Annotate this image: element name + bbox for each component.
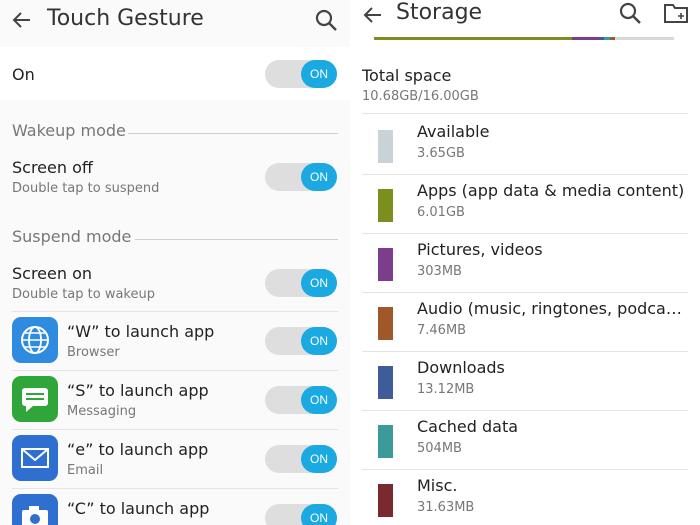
gesture-e-title: “e” to launch app (67, 440, 209, 459)
usage-segment-apps-3 (462, 37, 572, 40)
color-swatch (378, 425, 393, 458)
usage-segment-misc (610, 37, 615, 40)
color-swatch (378, 189, 393, 222)
storage-item-size: 303MB (417, 264, 462, 279)
gesture-w-subtitle: Browser (67, 345, 120, 360)
gesture-c-toggle[interactable]: ON (265, 504, 337, 525)
storage-item-size: 6.01GB (417, 205, 465, 220)
toggle-knob: ON (301, 386, 337, 414)
touch-gesture-screen: Touch Gesture On ON Wakeup mode Screen o… (0, 0, 350, 525)
gesture-w-toggle[interactable]: ON (265, 327, 337, 355)
browser-app-icon (12, 317, 58, 363)
screen-off-title: Screen off (12, 158, 93, 177)
row-divider (12, 429, 338, 430)
storage-item-size: 31.63MB (417, 500, 475, 515)
color-swatch (378, 307, 393, 340)
screen-off-toggle[interactable]: ON (265, 163, 337, 191)
usage-segment-apps (374, 37, 432, 40)
section-divider (135, 239, 338, 240)
storage-item-size: 504MB (417, 441, 462, 456)
color-swatch (378, 366, 393, 399)
storage-item-cached[interactable]: Cached data 504MB (362, 411, 688, 469)
toggle-knob: ON (301, 327, 337, 355)
toggle-knob: ON (301, 60, 337, 88)
gesture-s-title: “S” to launch app (67, 381, 209, 400)
gesture-s-toggle[interactable]: ON (265, 386, 337, 414)
gesture-e-toggle[interactable]: ON (265, 445, 337, 473)
mail-icon (21, 448, 49, 468)
usage-segment-pictures (572, 37, 600, 40)
storage-item-size: 7.46MB (417, 323, 467, 338)
section-header-suspend: Suspend mode (12, 227, 132, 246)
row-divider (12, 311, 338, 312)
storage-usage-bar (374, 37, 674, 40)
storage-item-audio[interactable]: Audio (music, ringtones, podcasts, etc.)… (362, 293, 688, 351)
master-toggle[interactable]: ON (265, 60, 337, 88)
messaging-app-icon (12, 376, 58, 422)
section-divider (128, 133, 338, 134)
total-space-label: Total space (362, 66, 452, 85)
color-swatch (378, 248, 393, 281)
screen-on-subtitle: Double tap to wakeup (12, 287, 155, 302)
gesture-e-subtitle: Email (67, 463, 104, 478)
screen-on-toggle[interactable]: ON (265, 269, 337, 297)
storage-item-name: Apps (app data & media content) (417, 181, 685, 200)
storage-item-misc[interactable]: Misc. 31.63MB (362, 470, 688, 525)
search-icon[interactable] (313, 7, 339, 33)
gesture-c-title: “C” to launch app (67, 499, 210, 518)
section-header-wakeup: Wakeup mode (12, 121, 126, 140)
back-arrow-icon[interactable] (10, 8, 34, 32)
message-icon (22, 388, 48, 412)
storage-item-pictures[interactable]: Pictures, videos 303MB (362, 234, 688, 292)
toggle-knob: ON (301, 504, 337, 525)
storage-item-name: Misc. (417, 476, 458, 495)
toggle-knob: ON (301, 269, 337, 297)
back-arrow-icon[interactable] (361, 3, 385, 27)
row-divider (12, 370, 338, 371)
page-title: Touch Gesture (47, 6, 204, 31)
storage-item-available[interactable]: Available 3.65GB (362, 116, 688, 174)
storage-item-downloads[interactable]: Downloads 13.12MB (362, 352, 688, 410)
row-divider (362, 113, 688, 114)
camera-icon (22, 506, 48, 525)
total-space-value: 10.68GB/16.00GB (362, 89, 479, 104)
gesture-s-subtitle: Messaging (67, 404, 137, 419)
storage-item-name: Available (417, 122, 490, 141)
storage-title: Storage (396, 0, 483, 25)
storage-item-name: Downloads (417, 358, 505, 377)
color-swatch (378, 484, 393, 517)
camera-app-icon (12, 494, 58, 525)
email-app-icon (12, 435, 58, 481)
screen-on-title: Screen on (12, 264, 93, 283)
usage-segment-apps-2 (432, 37, 462, 40)
row-divider (12, 488, 338, 489)
color-swatch (378, 130, 393, 163)
storage-item-name: Audio (music, ringtones, podcasts, etc.) (417, 299, 685, 318)
screen-off-subtitle: Double tap to suspend (12, 181, 160, 196)
storage-item-name: Pictures, videos (417, 240, 543, 259)
globe-icon (21, 326, 49, 354)
file-manager-icon[interactable] (663, 2, 689, 24)
gesture-w-title: “W” to launch app (67, 322, 215, 341)
storage-item-apps[interactable]: Apps (app data & media content) 6.01GB (362, 175, 688, 233)
toggle-knob: ON (301, 163, 337, 191)
search-icon[interactable] (617, 0, 643, 26)
toggle-knob: ON (301, 445, 337, 473)
storage-item-size: 13.12MB (417, 382, 475, 397)
master-switch-label: On (12, 65, 35, 84)
storage-item-name: Cached data (417, 417, 519, 436)
storage-item-size: 3.65GB (417, 146, 465, 161)
